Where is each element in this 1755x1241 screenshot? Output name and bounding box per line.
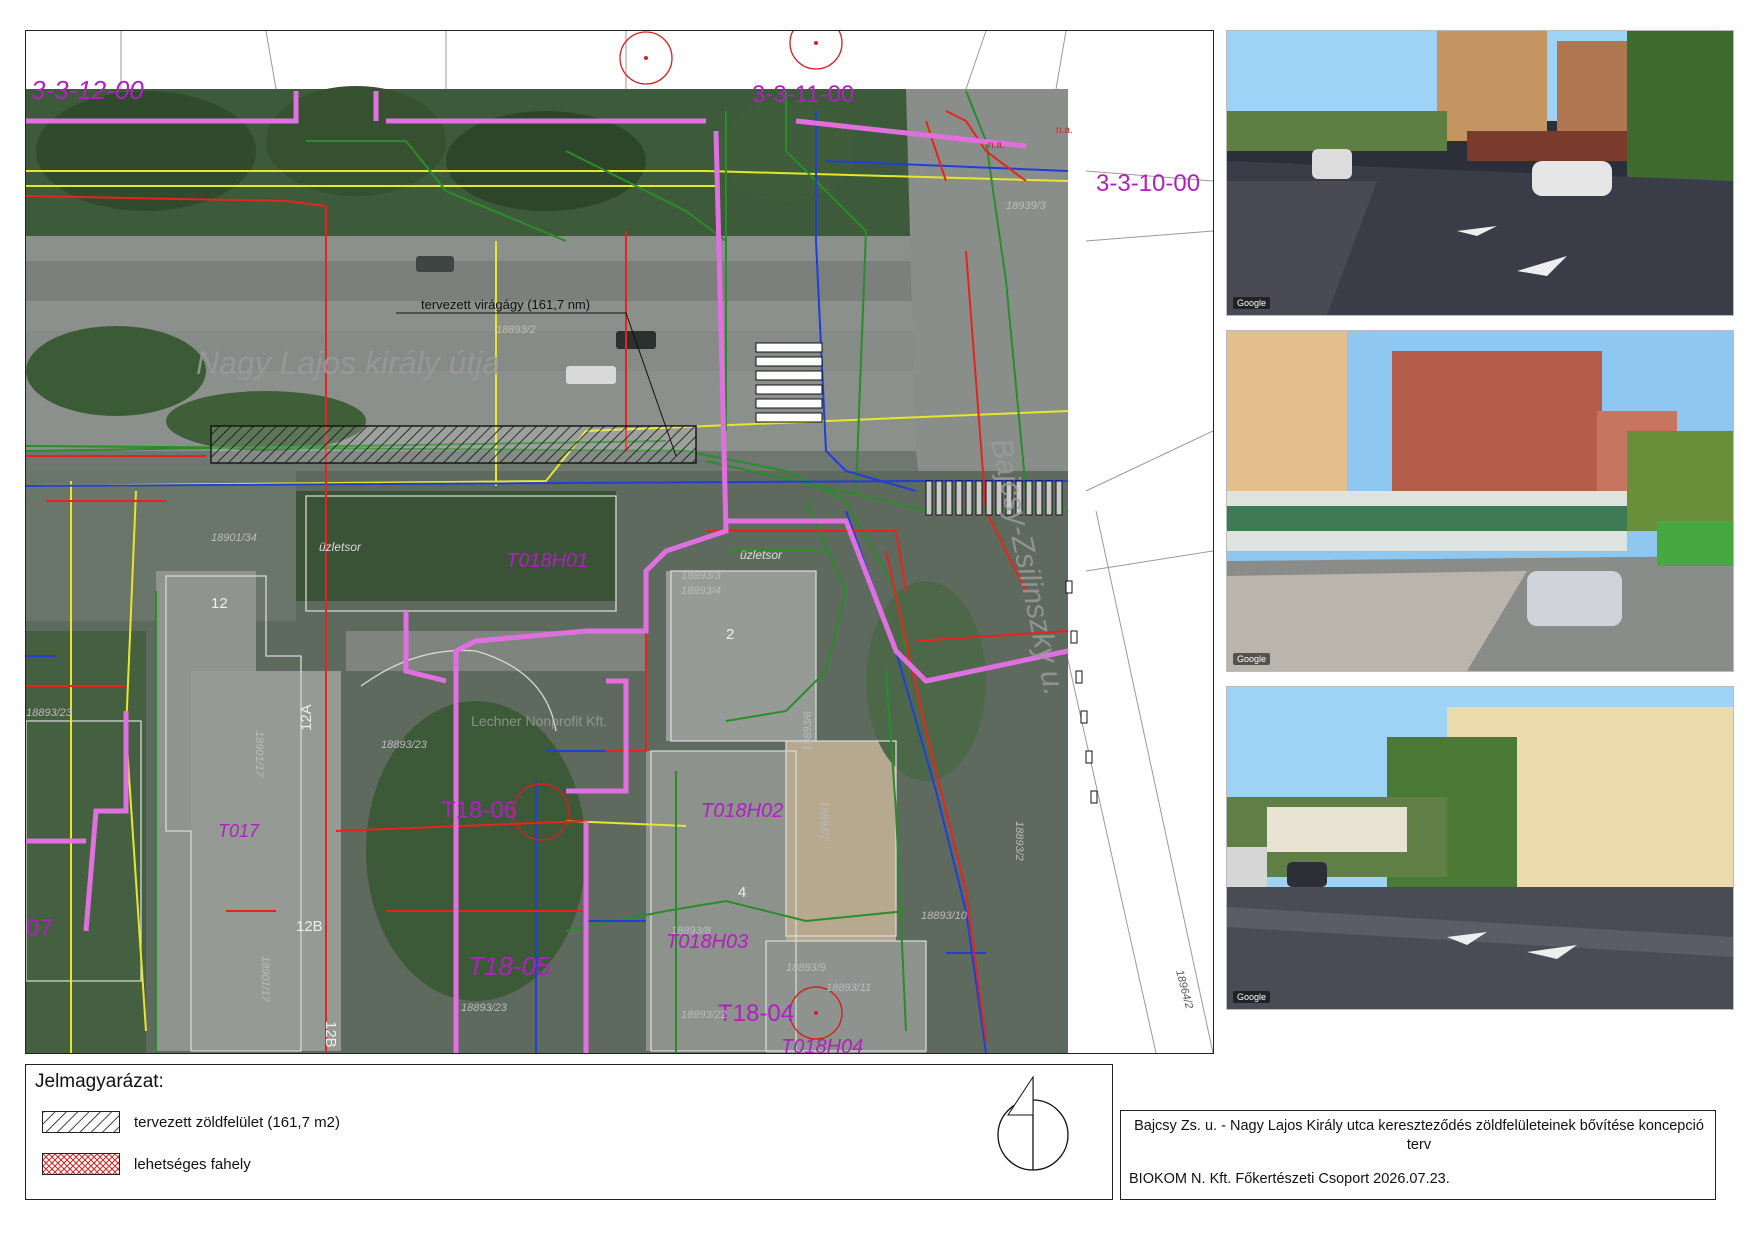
parcel-label: 18893/3 bbox=[681, 570, 722, 582]
company-date: BIOKOM N. Kft. Főkertészeti Csoport 2026… bbox=[1129, 1171, 1450, 1187]
station-label: T017 bbox=[218, 821, 260, 841]
station-label: T018H04 bbox=[781, 1036, 863, 1053]
parcel-label: 18893/10 bbox=[921, 910, 968, 922]
legend-box: Jelmagyarázat: tervezett zöldfelület (16… bbox=[25, 1064, 1113, 1200]
station-label: T018H02 bbox=[701, 800, 783, 822]
map-frame[interactable]: 3-3-12-00 3-3-11-00 3-3-10-00 Nagy Lajos… bbox=[25, 30, 1214, 1054]
misc-label: n.a. bbox=[1056, 125, 1073, 136]
block-code-label: 3-3-11-00 bbox=[752, 81, 854, 108]
photo-credit: Google bbox=[1233, 297, 1271, 309]
parcel-label: 18893/4 bbox=[681, 585, 721, 597]
parcel-label: 18901/34 bbox=[211, 532, 257, 544]
station-label: T018H01 bbox=[506, 550, 588, 572]
legend-item-planned-greenspace: tervezett zöldfelület (161,7 m2) bbox=[42, 1111, 340, 1133]
building-number: 2 bbox=[726, 626, 734, 643]
crosshatch-swatch-icon bbox=[42, 1153, 120, 1175]
street-photo-2[interactable]: Google bbox=[1226, 330, 1734, 672]
misc-label: Lechner Nonprofit Kft. bbox=[471, 713, 607, 729]
parcel-label: 18893/23 bbox=[461, 1002, 508, 1014]
street-photo-3[interactable]: Google bbox=[1226, 686, 1734, 1010]
photo-image bbox=[1227, 687, 1733, 1009]
planned-flowerbed[interactable] bbox=[210, 425, 697, 464]
parcel-label: 18893/8 bbox=[671, 925, 712, 937]
substation-label: T18-05 bbox=[468, 951, 551, 981]
block-code-label: 3-3-10-00 bbox=[1096, 170, 1200, 197]
legend-label: lehetséges fahely bbox=[134, 1155, 251, 1173]
building-number: 12 bbox=[211, 595, 228, 612]
parcel-label: 18893/22 bbox=[681, 1009, 727, 1021]
north-arrow-icon bbox=[997, 1075, 1069, 1171]
parcel-label: 18893/6 bbox=[802, 710, 814, 751]
legend-title: Jelmagyarázat: bbox=[35, 1071, 164, 1092]
substation-label: T18-04 bbox=[718, 1000, 794, 1027]
parcel-label: 18893/2 bbox=[1013, 821, 1025, 861]
title-block: Bajcsy Zs. u. - Nagy Lajos Király utca k… bbox=[1120, 1110, 1716, 1200]
photo-credit: Google bbox=[1233, 991, 1271, 1003]
building-number: 12B bbox=[322, 1021, 339, 1048]
parcel-label: 18893/7 bbox=[818, 801, 830, 842]
street-photo-1[interactable]: Google bbox=[1226, 30, 1734, 316]
parcel-label: 18939/3 bbox=[1006, 200, 1047, 212]
parcel-label: 18893/23 bbox=[26, 707, 73, 719]
shop-label: üzletsor bbox=[740, 548, 783, 562]
substation-label: T18-06 bbox=[441, 797, 517, 824]
legend-item-tree-site: lehetséges fahely bbox=[42, 1153, 251, 1175]
building-number: 12B bbox=[296, 918, 323, 935]
street-name-main: Nagy Lajos király útja bbox=[196, 345, 500, 381]
photo-image bbox=[1227, 331, 1733, 671]
misc-label: 07 bbox=[26, 915, 53, 942]
parcel-label: 18893/9 bbox=[786, 962, 826, 974]
parcel-label: 18893/2 bbox=[496, 324, 536, 336]
block-code-label: 3-3-12-00 bbox=[31, 75, 144, 105]
parcel-label: 18901/17 bbox=[253, 731, 265, 778]
photo-image bbox=[1227, 31, 1733, 315]
parcel-label: 18901/17 bbox=[259, 956, 271, 1003]
utility-map: 3-3-12-00 3-3-11-00 3-3-10-00 Nagy Lajos… bbox=[26, 31, 1213, 1053]
building-number: 4 bbox=[738, 884, 746, 901]
building-number: 12A bbox=[298, 704, 315, 731]
project-title: Bajcsy Zs. u. - Nagy Lajos Király utca k… bbox=[1134, 1118, 1704, 1153]
parcel-label: 18893/11 bbox=[826, 982, 871, 994]
shop-label: üzletsor bbox=[319, 540, 362, 554]
legend-label: tervezett zöldfelület (161,7 m2) bbox=[134, 1113, 340, 1131]
misc-label: n.a. bbox=[988, 140, 1005, 151]
photo-credit: Google bbox=[1233, 653, 1271, 665]
parcel-label: 18893/23 bbox=[381, 739, 428, 751]
callout-text: tervezett virágágy (161,7 nm) bbox=[421, 297, 590, 312]
hatch-swatch-icon bbox=[42, 1111, 120, 1133]
